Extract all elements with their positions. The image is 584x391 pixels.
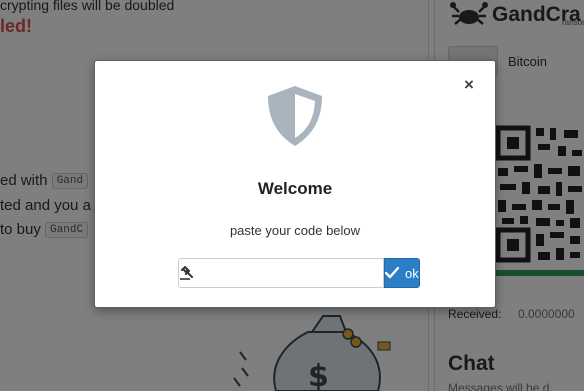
checkmark-icon [385, 267, 399, 279]
welcome-dialog: × Welcome paste your code below ok [94, 60, 496, 308]
gavel-icon [178, 258, 195, 288]
dialog-subtitle: paste your code below [229, 223, 361, 238]
ok-button[interactable]: ok [384, 258, 420, 288]
ok-label: ok [405, 265, 419, 281]
dialog-title: Welcome [257, 179, 333, 198]
code-input[interactable] [195, 258, 384, 288]
code-input-group: ok [178, 258, 420, 288]
shield-icon [268, 86, 322, 146]
close-icon[interactable]: × [461, 76, 477, 93]
